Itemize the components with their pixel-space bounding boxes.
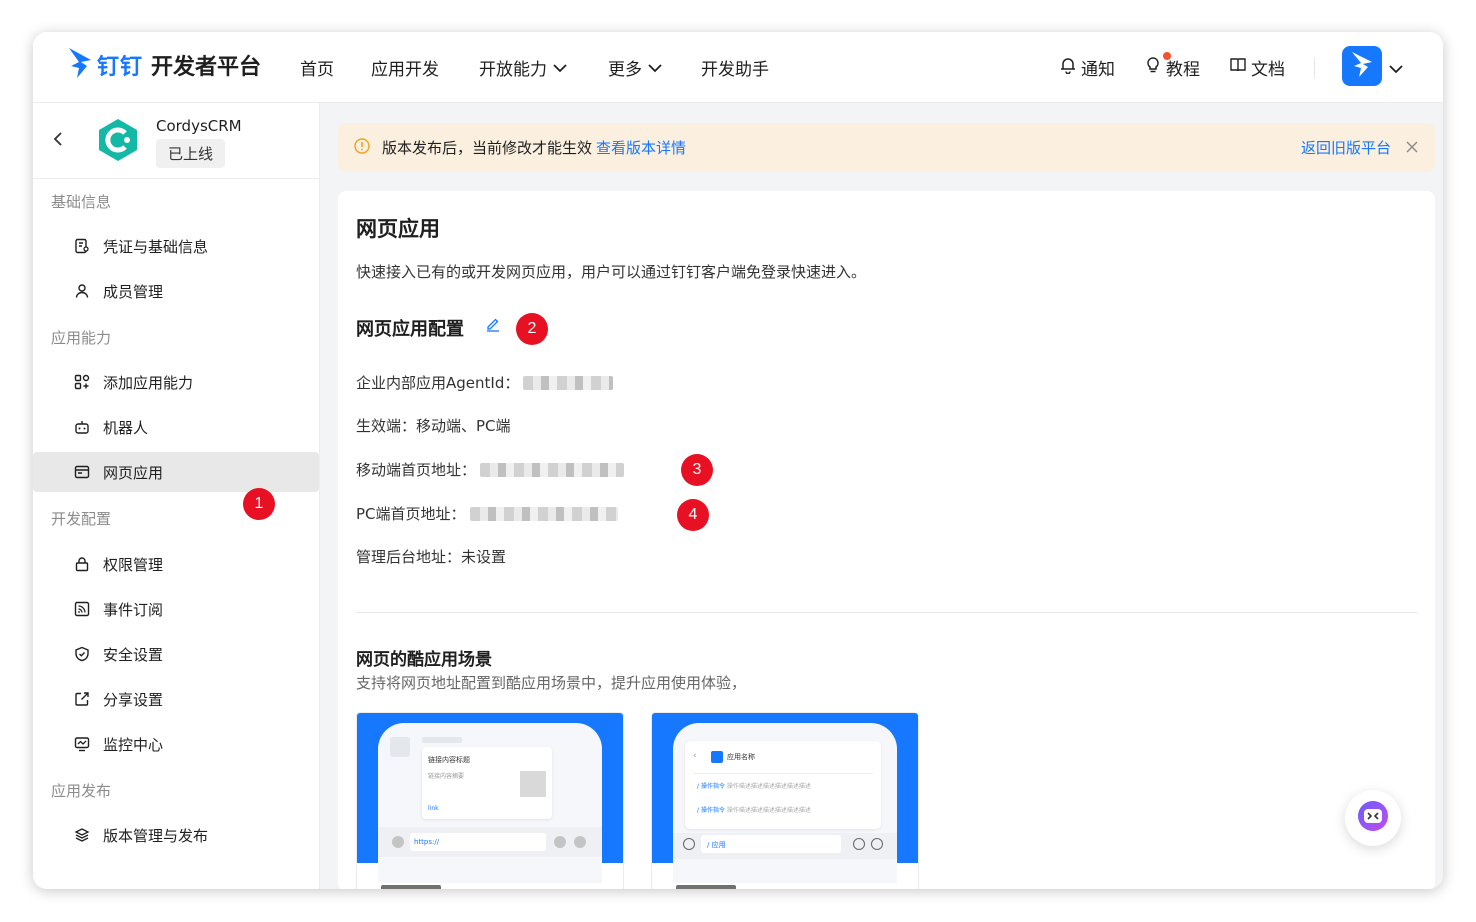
redacted-value — [523, 375, 614, 390]
sidebar-item-monitor[interactable]: 监控中心 — [33, 724, 319, 764]
share-icon — [73, 690, 91, 708]
agent-id-field: 企业内部应用AgentId： — [356, 372, 614, 393]
card-title: 链接内容标题 — [428, 756, 470, 764]
sidebar-item-web-app[interactable]: 网页应用 — [33, 452, 319, 492]
section-title: 应用能力 — [51, 329, 112, 347]
old-platform-link[interactable]: 返回旧版平台 — [1301, 137, 1391, 158]
lock-icon — [73, 555, 91, 573]
version-details-link[interactable]: 查看版本详情 — [596, 137, 686, 158]
scene-card-command[interactable]: ‹ 应用名称 / 操作指令 操作描述描述描述描述描述描述 / 操作指令 操作描述… — [651, 712, 919, 889]
notify-button[interactable]: 通知 — [1059, 55, 1115, 80]
app-name: CordysCRM — [156, 117, 242, 135]
phone-preview: 链接内容标题 链接内容摘要 link https:// — [378, 723, 602, 883]
scene-card-link[interactable]: 链接内容标题 链接内容摘要 link https:// — [356, 712, 624, 889]
top-navbar: 钉钉 开发者平台 首页 应用开发 开放能力 更多 开发助手 通知 教程 文档 — [33, 32, 1443, 103]
book-icon — [1229, 56, 1251, 79]
close-icon[interactable] — [1405, 140, 1419, 158]
pc-url-field: PC端首页地址： — [356, 503, 618, 524]
nav-more[interactable]: 更多 — [608, 55, 662, 80]
main-content: 版本发布后，当前修改才能生效 查看版本详情 返回旧版平台 网页应用 快速接入已有… — [320, 103, 1443, 889]
card-link: link — [428, 805, 439, 812]
robot-icon — [73, 418, 91, 436]
nav-home[interactable]: 首页 — [300, 55, 334, 80]
info-warning-icon — [354, 137, 370, 158]
notice-text: 版本发布后，当前修改才能生效 — [382, 139, 593, 157]
credential-icon — [73, 237, 91, 255]
effective-platform-field: 生效端： 移动端、PC端 — [356, 417, 511, 435]
card-subtitle: 链接内容摘要 — [428, 773, 465, 780]
nav-dev-assistant[interactable]: 开发助手 — [701, 55, 769, 80]
card-title: 应用名称 — [727, 753, 755, 761]
status-badge: 已上线 — [156, 139, 226, 168]
chevron-down-icon[interactable] — [1389, 59, 1403, 78]
section-title: 基础信息 — [51, 193, 112, 211]
divider — [356, 612, 1418, 613]
sidebar-item-robot[interactable]: 机器人 — [33, 407, 319, 447]
new-dot-indicator — [1163, 52, 1171, 60]
page-title: 网页应用 — [356, 217, 440, 241]
annotation-badge: 1 — [243, 488, 275, 520]
tutorial-button[interactable]: 教程 — [1144, 55, 1200, 80]
sidebar-item-members[interactable]: 成员管理 — [33, 271, 319, 311]
app-logo-icon — [95, 117, 141, 163]
apps-add-icon — [73, 373, 91, 391]
sidebar-item-credentials[interactable]: 凭证与基础信息 — [33, 226, 319, 266]
mock-input: / 应用 — [701, 835, 841, 853]
edit-icon[interactable] — [485, 316, 501, 336]
section-title: 开发配置 — [51, 510, 112, 528]
user-avatar[interactable] — [1342, 46, 1382, 86]
chevron-down-icon — [648, 58, 662, 78]
assistant-float-button[interactable] — [1345, 790, 1401, 846]
monitor-icon — [73, 735, 91, 753]
redacted-value — [480, 462, 625, 477]
sidebar-item-security[interactable]: 安全设置 — [33, 634, 319, 674]
redacted-value — [469, 506, 618, 521]
web-app-card: 网页应用 快速接入已有的或开发网页应用，用户可以通过钉钉客户端免登录快速进入。 … — [338, 191, 1435, 889]
bell-icon — [1059, 56, 1081, 79]
annotation-badge: 3 — [681, 454, 713, 486]
brand-name: 钉钉 — [97, 55, 144, 80]
annotation-badge: 2 — [516, 313, 548, 345]
sidebar-item-add-capability[interactable]: 添加应用能力 — [33, 362, 319, 402]
scene-title: 网页的酷应用场景 — [356, 650, 492, 670]
rss-icon — [73, 600, 91, 618]
user-icon — [73, 282, 91, 300]
nav-open-capability[interactable]: 开放能力 — [479, 55, 567, 80]
sidebar-item-versions[interactable]: 版本管理与发布 — [33, 815, 319, 855]
browser-icon — [73, 463, 91, 481]
nav-divider — [1314, 57, 1315, 79]
platform-name: 开发者平台 — [151, 55, 262, 80]
page-description: 快速接入已有的或开发网页应用，用户可以通过钉钉客户端免登录快速进入。 — [356, 263, 867, 281]
dingtalk-avatar-icon — [1350, 50, 1374, 82]
section-title: 应用发布 — [51, 782, 112, 800]
back-arrow-icon[interactable] — [51, 131, 65, 151]
shield-icon — [73, 645, 91, 663]
docs-button[interactable]: 文档 — [1229, 55, 1285, 80]
phone-preview: ‹ 应用名称 / 操作指令 操作描述描述描述描述描述描述 / 操作指令 操作描述… — [673, 723, 897, 883]
dingtalk-wing-icon — [67, 46, 93, 84]
layers-icon — [73, 826, 91, 844]
sidebar-item-events[interactable]: 事件订阅 — [33, 589, 319, 629]
lightbulb-icon — [1144, 56, 1166, 79]
nav-app-dev[interactable]: 应用开发 — [371, 55, 439, 80]
app-header: CordysCRM 已上线 — [33, 103, 319, 179]
sidebar: CordysCRM 已上线 基础信息 凭证与基础信息 成员管理 应用能力 添加应… — [33, 103, 320, 889]
config-title: 网页应用配置 — [356, 319, 464, 340]
mock-input: https:// — [410, 833, 546, 851]
assistant-icon — [1356, 799, 1390, 837]
sidebar-item-permissions[interactable]: 权限管理 — [33, 544, 319, 584]
dingtalk-logo[interactable]: 钉钉 开发者平台 — [67, 46, 261, 84]
annotation-badge: 4 — [677, 499, 709, 531]
version-notice-banner: 版本发布后，当前修改才能生效 查看版本详情 返回旧版平台 — [338, 123, 1435, 172]
mobile-url-field: 移动端首页地址： — [356, 459, 625, 480]
admin-url-field: 管理后台地址： 未设置 — [356, 548, 507, 566]
scene-description: 支持将网页地址配置到酷应用场景中，提升应用使用体验， — [356, 674, 747, 692]
app-window: 钉钉 开发者平台 首页 应用开发 开放能力 更多 开发助手 通知 教程 文档 C… — [33, 32, 1443, 889]
chevron-down-icon — [553, 58, 567, 78]
sidebar-item-share[interactable]: 分享设置 — [33, 679, 319, 719]
